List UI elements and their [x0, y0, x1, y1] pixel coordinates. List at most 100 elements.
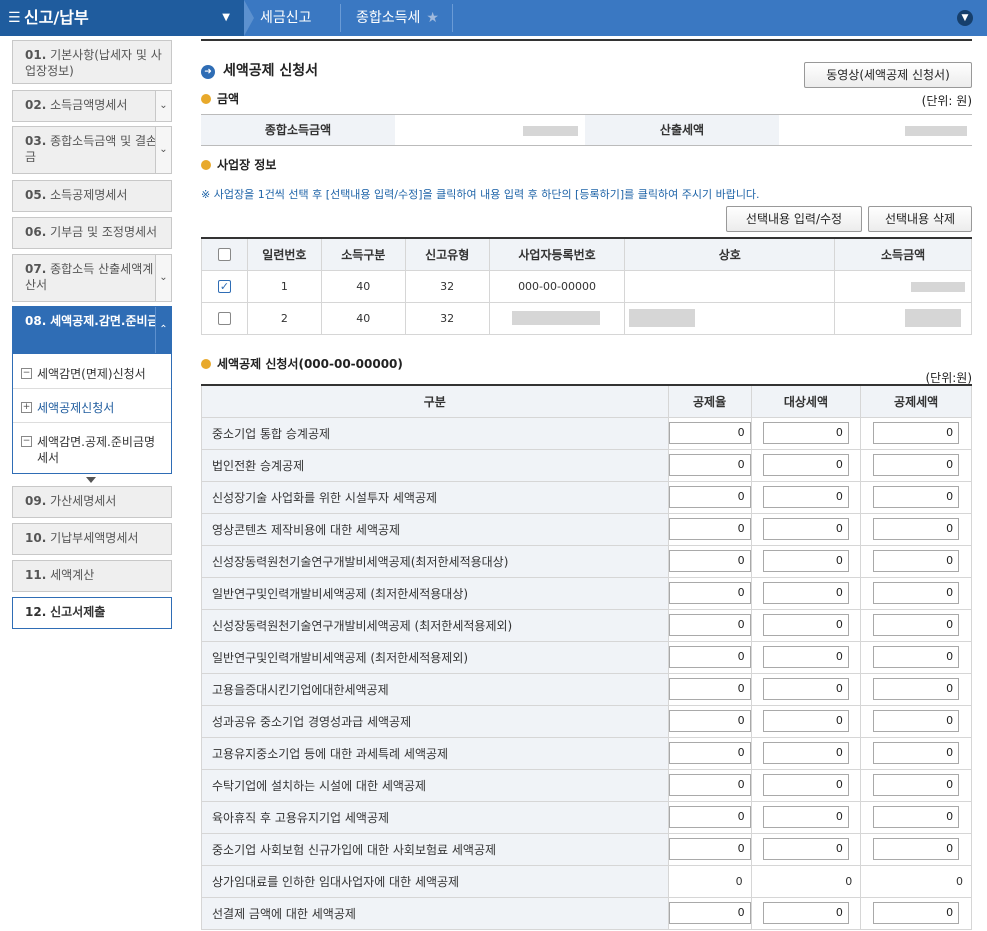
deduction-target-input[interactable]: 0 [762, 902, 849, 924]
deduction-row: 신성장기술 사업화를 위한 시설투자 세액공제 0 0 0 [201, 480, 972, 514]
select-all-checkbox[interactable] [217, 248, 231, 262]
deduction-rate-input[interactable]: 0 [668, 710, 751, 732]
chevron-down-icon[interactable]: ⌄ [155, 127, 171, 173]
deduction-deduct-input[interactable]: 0 [873, 454, 960, 476]
sidebar-item-09[interactable]: 09. 가산세명세서 [12, 486, 172, 518]
deduction-rate-input[interactable]: 0 [668, 518, 751, 540]
deduction-rate-cell: 0 [667, 640, 752, 674]
deduction-deduct-input[interactable]: 0 [873, 774, 960, 796]
deduction-target-input[interactable]: 0 [762, 582, 849, 604]
deduction-row: 일반연구및인력개발비세액공제 (최저한세적용대상) 0 0 0 [201, 576, 972, 610]
deduction-deduct-input[interactable]: 0 [873, 518, 960, 540]
biz-section-title: 사업장 정보 [201, 156, 276, 173]
sidebar-item-12[interactable]: 12. 신고서제출 [12, 597, 172, 629]
deduction-deduct-input[interactable]: 0 [873, 902, 960, 924]
deduction-rate-input[interactable]: 0 [668, 678, 751, 700]
sidebar-item-number: 09. [25, 494, 47, 508]
deduction-deduct-cell: 0 [860, 864, 972, 898]
sidebar-item-02[interactable]: 02. 소득금액명세서 ⌄ [12, 90, 172, 122]
deduction-deduct-input[interactable]: 0 [873, 422, 960, 444]
row-checkbox[interactable] [217, 311, 231, 325]
amount-table: 종합소득금액 산출세액 [201, 114, 972, 146]
unit-label: (단위: 원) [921, 94, 972, 108]
deduction-deduct-input[interactable]: 0 [873, 806, 960, 828]
deduction-label: 육아휴직 후 고용유지기업 세액공제 [201, 800, 669, 834]
sidebar-item-05[interactable]: 05. 소득공제명세서 [12, 180, 172, 212]
sidebar-item-01[interactable]: 01. 기본사항(납세자 및 사업장정보) [12, 40, 172, 84]
sidebar-item-03[interactable]: 03. 종합소득금액 및 결손금 ⌄ [12, 126, 172, 174]
column-header: 신고유형 [404, 237, 490, 271]
deduction-deduct-cell: 0 [860, 480, 972, 514]
submenu-item-statement[interactable]: − 세액감면.공제.준비금명세서 [13, 434, 171, 466]
deduction-deduct-input[interactable]: 0 [873, 838, 960, 860]
deduction-target-input[interactable]: 0 [762, 550, 849, 572]
delete-selected-button[interactable]: 선택내용 삭제 [868, 206, 972, 232]
row-checkbox[interactable]: ✓ [217, 279, 231, 293]
deduction-rate-input[interactable]: 0 [668, 806, 751, 828]
deduction-rate-input[interactable]: 0 [668, 486, 751, 508]
sidebar-item-label: 기납부세액명세서 [50, 531, 139, 545]
table-cell: 32 [404, 269, 490, 303]
deduction-deduct-input[interactable]: 0 [873, 710, 960, 732]
sidebar-item-number: 03. [25, 134, 47, 148]
submenu-item-deduction[interactable]: + 세액공제신청서 [13, 400, 171, 416]
chevron-down-icon[interactable]: ⌄ [155, 255, 171, 301]
deduction-deduct-input[interactable]: 0 [873, 486, 960, 508]
deduction-rate-input[interactable]: 0 [668, 838, 751, 860]
star-icon[interactable]: ★ [426, 10, 439, 26]
deduction-target-input[interactable]: 0 [762, 838, 849, 860]
deduction-deduct-input[interactable]: 0 [873, 646, 960, 668]
deduction-target-cell: 0 [750, 512, 862, 546]
sidebar-item-08[interactable]: 08. 세액공제.감면.준비금 ⌃ [12, 306, 172, 354]
deduction-deduct-input[interactable]: 0 [873, 550, 960, 572]
deduction-target-input[interactable]: 0 [762, 646, 849, 668]
column-header: 공제율 [667, 384, 752, 418]
deduction-target-input[interactable]: 0 [762, 422, 849, 444]
deduction-rate-input[interactable]: 0 [668, 550, 751, 572]
submenu-item-reduction[interactable]: − 세액감면(면제)신청서 [13, 366, 171, 382]
deduction-label: 일반연구및인력개발비세액공제 (최저한세적용대상) [201, 576, 669, 610]
deduction-rate-input[interactable]: 0 [668, 582, 751, 604]
chevron-down-icon[interactable]: ▼ [957, 10, 973, 26]
sidebar-item-06[interactable]: 06. 기부금 및 조정명세서 [12, 217, 172, 249]
deduction-rate-input[interactable]: 0 [668, 742, 751, 764]
sidebar: 01. 기본사항(납세자 및 사업장정보) 02. 소득금액명세서 ⌄ 03. … [0, 36, 185, 931]
video-button[interactable]: 동영상(세액공제 신청서) [804, 62, 972, 88]
bullet-icon [201, 94, 211, 104]
deduction-target-input[interactable]: 0 [762, 806, 849, 828]
deduction-rate-input[interactable]: 0 [668, 614, 751, 636]
table-row[interactable]: ✓ 1 40 32 000-00-00000 [201, 269, 972, 303]
sidebar-item-number: 06. [25, 225, 47, 239]
deduction-label: 신성장동력원천기술연구개발비세액공제(최저한세적용대상) [201, 544, 669, 578]
deduction-rate-input[interactable]: 0 [668, 422, 751, 444]
chevron-down-icon[interactable]: ⌄ [155, 91, 171, 121]
deduction-row: 중소기업 사회보험 신규가입에 대한 사회보험료 세액공제 0 0 0 [201, 832, 972, 866]
sidebar-item-10[interactable]: 10. 기납부세액명세서 [12, 523, 172, 555]
table-cell: 1 [246, 269, 322, 303]
deduction-rate-input[interactable]: 0 [668, 454, 751, 476]
menu-title-button[interactable]: ☰ 신고/납부 ▼ [0, 0, 244, 36]
deduction-rate-input[interactable]: 0 [668, 774, 751, 796]
breadcrumb-income-tax[interactable]: 종합소득세 ★ [356, 0, 439, 36]
deduction-rate-input[interactable]: 0 [668, 646, 751, 668]
caret-down-icon: ▼ [222, 12, 230, 23]
deduction-rate-input[interactable]: 0 [668, 902, 751, 924]
deduction-deduct-input[interactable]: 0 [873, 614, 960, 636]
deduction-deduct-input[interactable]: 0 [873, 678, 960, 700]
deduction-target-input[interactable]: 0 [762, 710, 849, 732]
table-row[interactable]: 2 40 32 [201, 301, 972, 335]
deduction-target-input[interactable]: 0 [762, 678, 849, 700]
deduction-target-input[interactable]: 0 [762, 486, 849, 508]
edit-selected-button[interactable]: 선택내용 입력/수정 [726, 206, 862, 232]
deduction-target-input[interactable]: 0 [762, 454, 849, 476]
deduction-deduct-input[interactable]: 0 [873, 582, 960, 604]
sidebar-item-07[interactable]: 07. 종합소득 산출세액계산서 ⌄ [12, 254, 172, 302]
deduction-deduct-input[interactable]: 0 [873, 742, 960, 764]
deduction-target-input[interactable]: 0 [762, 774, 849, 796]
deduction-target-input[interactable]: 0 [762, 518, 849, 540]
chevron-up-icon[interactable]: ⌃ [155, 307, 171, 353]
deduction-target-input[interactable]: 0 [762, 614, 849, 636]
breadcrumb-tax-report[interactable]: 세금신고 [260, 0, 312, 36]
sidebar-item-11[interactable]: 11. 세액계산 [12, 560, 172, 592]
deduction-target-input[interactable]: 0 [762, 742, 849, 764]
